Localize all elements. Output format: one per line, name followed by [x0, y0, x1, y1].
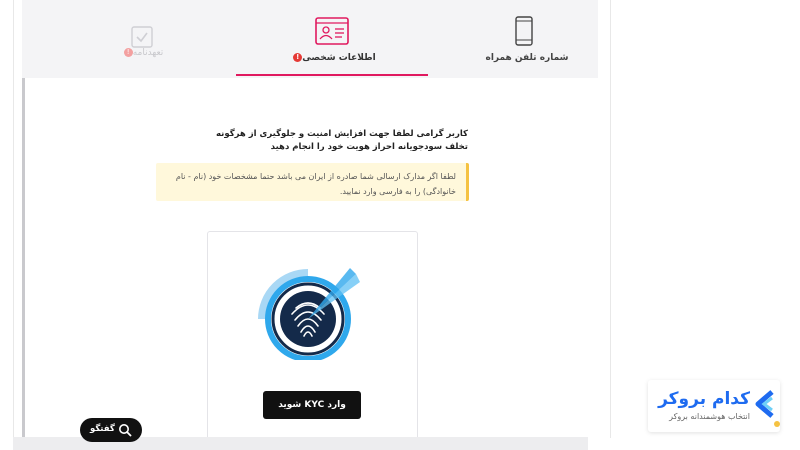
step-label-text: تعهدنامه — [132, 48, 164, 58]
step-phone-number[interactable]: شماره تلفن همراه — [462, 0, 592, 78]
active-step-underline — [236, 74, 428, 76]
smartphone-icon — [515, 16, 533, 46]
checkbox-icon — [131, 26, 153, 48]
error-badge: ! — [293, 53, 303, 62]
brand-dot — [774, 421, 780, 427]
chat-label: گفتگو — [90, 424, 115, 434]
chat-button[interactable]: گفتگو — [80, 418, 142, 442]
scroll-track[interactable] — [22, 78, 25, 438]
notice-text: لطفا اگر مدارک ارسالی شما صادره از ایران… — [175, 172, 456, 196]
brand-watermark: کدام بروکر انتخاب هوشمندانه بروکر — [648, 380, 780, 432]
notice-box: لطفا اگر مدارک ارسالی شما صادره از ایران… — [156, 163, 469, 201]
error-badge: ! — [123, 48, 133, 57]
intro-text: کاربر گرامی لطفا جهت افزایش امنیت و جلوگ… — [216, 129, 468, 152]
step-commitment[interactable]: تعهدنامه! — [86, 0, 196, 78]
brand-name: کدام بروکر — [658, 389, 750, 409]
enter-kyc-button[interactable]: وارد KYC شوید — [263, 391, 361, 419]
step-label-text: اطلاعات شخصی — [302, 53, 376, 63]
step-label: اطلاعات شخصی! — [236, 53, 428, 63]
step-personal-info[interactable]: اطلاعات شخصی! — [236, 0, 428, 78]
step-label: شماره تلفن همراه — [485, 53, 569, 63]
chevron-logo-icon — [755, 390, 774, 418]
fingerprint-scan-icon — [258, 268, 360, 360]
search-icon — [119, 424, 132, 437]
kyc-stepper: شماره تلفن همراه اطلاعات شخصی! تعهدنامه! — [22, 0, 598, 78]
id-card-icon — [315, 17, 349, 45]
step-label: تعهدنامه! — [86, 48, 196, 58]
brand-tagline: انتخاب هوشمندانه بروکر — [669, 412, 750, 421]
